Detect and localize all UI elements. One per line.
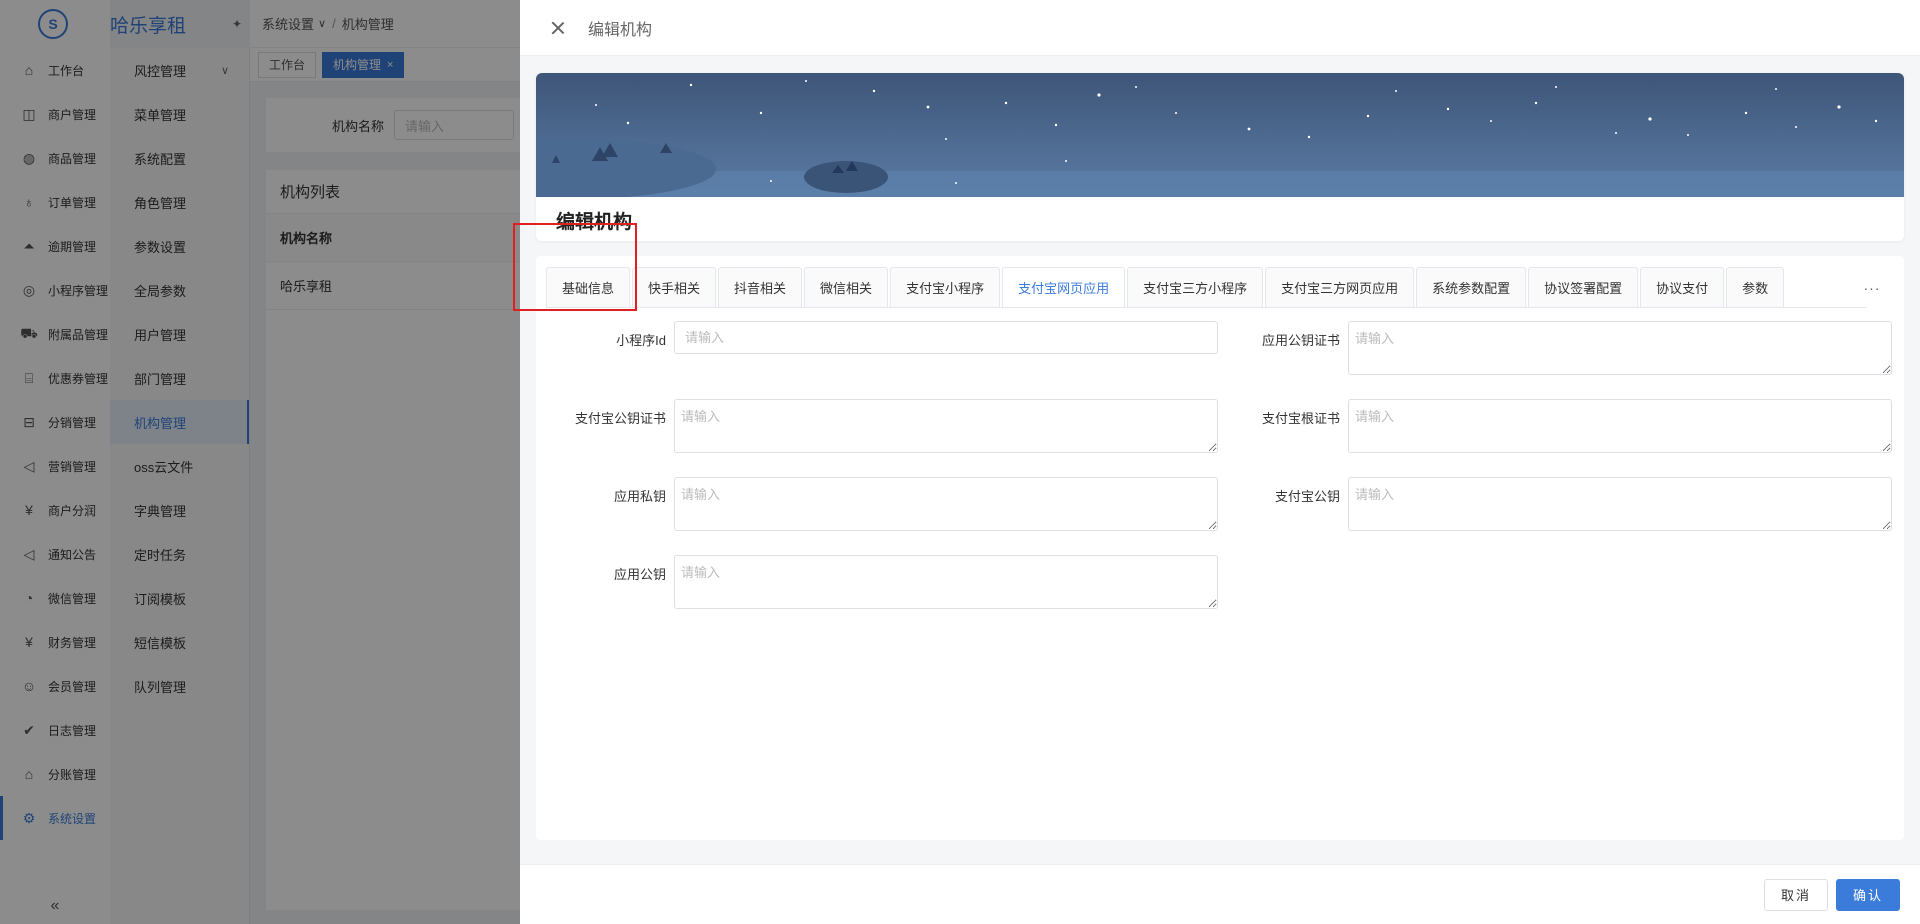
app-public-key-label: 应用公钥: [613, 567, 666, 582]
more-tabs-icon[interactable]: ···: [1854, 268, 1890, 308]
row-app-public-cert: 应用公钥证书: [1210, 321, 1892, 375]
tab-7[interactable]: 支付宝三方网页应用: [1265, 267, 1415, 307]
row-app-private-key: 应用私钥: [536, 477, 1218, 531]
tab-1[interactable]: 快手相关: [632, 267, 717, 307]
drawer-body: 编辑机构 基础信息 快手相关 抖音相关 微信相关 支付宝小程序 支付宝网页应用 支付宝三方小…: [520, 56, 1920, 864]
mini-program-id-input[interactable]: [674, 321, 1218, 354]
row-alipay-root-cert: 支付宝根证书: [1210, 399, 1892, 453]
alipay-public-key-input[interactable]: [1348, 477, 1892, 531]
close-icon[interactable]: [548, 18, 568, 38]
app-public-cert-label: 应用公钥证书: [1261, 333, 1340, 348]
alipay-public-cert-input[interactable]: [674, 399, 1218, 453]
tab-9[interactable]: 协议签署配置: [1528, 267, 1639, 307]
alipay-root-cert-input[interactable]: [1348, 399, 1892, 453]
row-mini-program-id: 小程序Id: [536, 321, 1218, 354]
tab-0[interactable]: 基础信息: [546, 267, 631, 307]
app-private-key-input[interactable]: [674, 477, 1218, 531]
alipay-root-cert-label: 支付宝根证书: [1261, 411, 1340, 426]
tab-4[interactable]: 支付宝小程序: [890, 267, 1001, 307]
tab-10[interactable]: 协议支付: [1640, 267, 1725, 307]
form-card: 基础信息 快手相关 抖音相关 微信相关 支付宝小程序 支付宝网页应用 支付宝三方小程序 支付宝…: [536, 256, 1904, 840]
banner-card: 编辑机构: [536, 73, 1904, 241]
row-alipay-public-cert: 支付宝公钥证书: [536, 399, 1218, 453]
app-private-key-label: 应用私钥: [613, 489, 666, 504]
banner-title: 编辑机构: [556, 212, 633, 233]
alipay-public-cert-label: 支付宝公钥证书: [574, 411, 666, 426]
drawer-title: 编辑机构: [588, 21, 653, 39]
row-app-public-key: 应用公钥: [536, 555, 1218, 609]
drawer-footer: 取消 确认: [520, 864, 1920, 924]
app-public-key-input[interactable]: [674, 555, 1218, 609]
confirm-button[interactable]: 确认: [1835, 878, 1900, 911]
row-alipay-public-key: 支付宝公钥: [1210, 477, 1892, 531]
app-public-cert-input[interactable]: [1348, 321, 1892, 375]
tab-11[interactable]: 参数: [1726, 267, 1785, 307]
tab-5[interactable]: 支付宝网页应用: [1002, 267, 1126, 307]
tab-3[interactable]: 微信相关: [804, 267, 889, 307]
cancel-button[interactable]: 取消: [1763, 878, 1828, 911]
tab-8[interactable]: 系统参数配置: [1416, 267, 1527, 307]
drawer-header: 编辑机构: [520, 0, 1920, 56]
tab-2[interactable]: 抖音相关: [718, 267, 803, 307]
edit-org-drawer: 编辑机构 编辑机构 基础信息 快手相关 抖音相关 微信相关 支付宝小程序 支付宝…: [520, 0, 1920, 924]
tab-6[interactable]: 支付宝三方小程序: [1127, 267, 1264, 307]
config-tabs: 基础信息 快手相关 抖音相关 微信相关 支付宝小程序 支付宝网页应用 支付宝三方小程序 支付宝…: [546, 266, 1866, 308]
night-sky-illustration: [536, 73, 1904, 241]
alipay-public-key-label: 支付宝公钥: [1274, 489, 1340, 504]
mini-program-id-label: 小程序Id: [616, 333, 666, 348]
